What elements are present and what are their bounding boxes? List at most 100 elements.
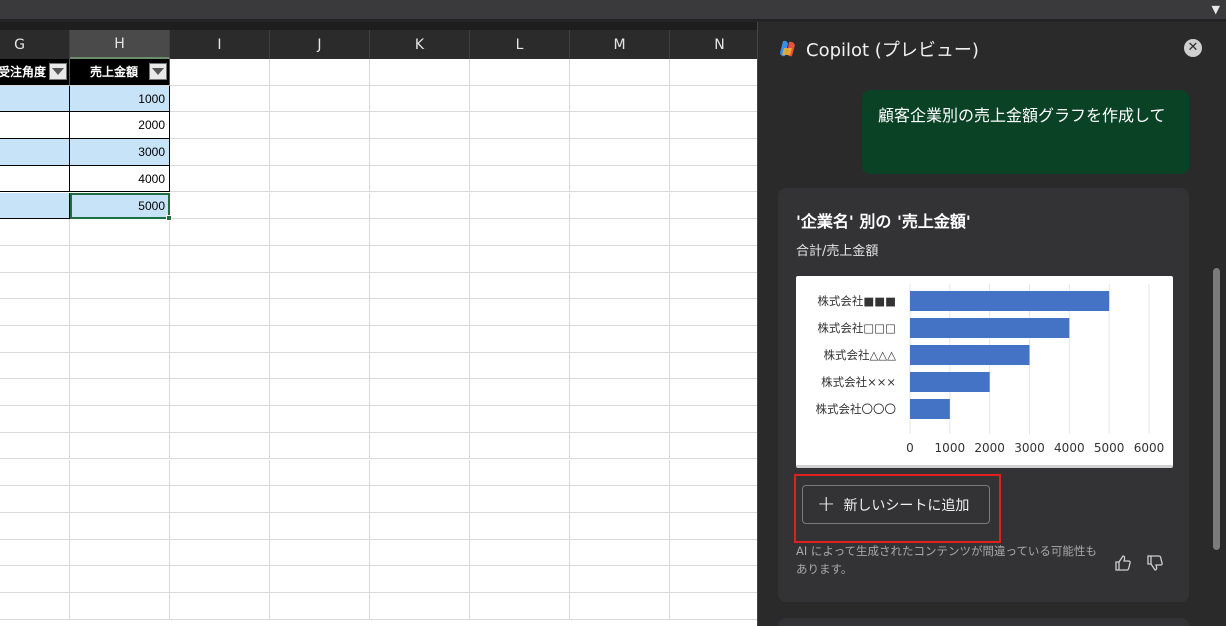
grid-cell[interactable] xyxy=(0,406,70,433)
grid-cell[interactable] xyxy=(70,272,170,300)
grid-cell[interactable] xyxy=(170,192,270,220)
grid-cell[interactable] xyxy=(670,193,757,220)
grid-cell[interactable] xyxy=(470,566,570,593)
grid-cell[interactable] xyxy=(570,459,670,487)
grid-cell[interactable] xyxy=(370,85,470,113)
grid-cell[interactable] xyxy=(270,593,370,620)
grid-cell[interactable] xyxy=(0,352,70,380)
grid-cell[interactable] xyxy=(570,112,670,140)
grid-cell[interactable] xyxy=(170,326,270,353)
grid-cell[interactable] xyxy=(70,245,170,273)
grid-cell[interactable] xyxy=(70,459,170,487)
grid-cell[interactable] xyxy=(370,139,470,166)
grid-cell[interactable] xyxy=(570,139,670,166)
grid-cell[interactable] xyxy=(270,165,370,193)
grid-cell[interactable] xyxy=(670,299,757,326)
grid-cell[interactable] xyxy=(70,219,170,246)
grid-cell[interactable] xyxy=(270,59,370,86)
grid-cell[interactable] xyxy=(670,112,757,140)
grid-cell[interactable] xyxy=(0,566,70,593)
table-cell[interactable] xyxy=(0,192,70,220)
grid-cell[interactable] xyxy=(270,512,370,540)
grid-cell[interactable] xyxy=(270,566,370,593)
grid-cell[interactable] xyxy=(470,299,570,326)
grid-cell[interactable] xyxy=(70,352,170,380)
grid-cell[interactable] xyxy=(670,406,757,433)
grid-cell[interactable] xyxy=(270,406,370,433)
column-header-l[interactable]: L xyxy=(470,30,570,59)
grid-cell[interactable] xyxy=(670,353,757,380)
grid-cell[interactable] xyxy=(470,512,570,540)
grid-cell[interactable] xyxy=(670,513,757,540)
grid-cell[interactable] xyxy=(370,299,470,326)
grid-cell[interactable] xyxy=(370,486,470,513)
grid-cell[interactable] xyxy=(370,272,470,300)
table-cell[interactable] xyxy=(0,165,70,193)
grid-cell[interactable] xyxy=(170,512,270,540)
grid-cell[interactable] xyxy=(270,486,370,513)
add-to-new-sheet-button[interactable]: + 新しいシートに追加 xyxy=(802,485,990,524)
grid-cell[interactable] xyxy=(170,139,270,166)
grid-cell[interactable] xyxy=(70,432,170,460)
grid-cell[interactable] xyxy=(270,326,370,353)
grid-cell[interactable] xyxy=(570,219,670,246)
grid-cell[interactable] xyxy=(670,326,757,353)
grid-cell[interactable] xyxy=(270,245,370,273)
grid-cell[interactable] xyxy=(670,166,757,193)
grid-cell[interactable] xyxy=(370,219,470,246)
close-icon[interactable]: ✕ xyxy=(1184,39,1202,57)
grid-cell[interactable] xyxy=(370,379,470,407)
column-header-g[interactable]: G xyxy=(0,30,70,59)
grid-cell[interactable] xyxy=(470,326,570,353)
grid-cell[interactable] xyxy=(570,326,670,353)
grid-cell[interactable] xyxy=(370,566,470,593)
thumbs-down-icon[interactable] xyxy=(1145,553,1165,573)
thumbs-up-icon[interactable] xyxy=(1113,553,1133,573)
grid-cell[interactable] xyxy=(170,299,270,326)
header-cell-h[interactable]: 売上金額 xyxy=(70,59,170,86)
grid-cell[interactable] xyxy=(470,459,570,487)
grid-cell[interactable] xyxy=(670,273,757,300)
grid-cell[interactable] xyxy=(70,379,170,407)
grid-cell[interactable] xyxy=(170,432,270,460)
grid-cell[interactable] xyxy=(170,593,270,620)
grid-cell[interactable] xyxy=(0,593,70,620)
grid-cell[interactable] xyxy=(270,459,370,487)
grid-cell[interactable] xyxy=(570,379,670,407)
grid-cell[interactable] xyxy=(270,432,370,460)
grid-cell[interactable] xyxy=(470,59,570,86)
grid-cell[interactable] xyxy=(470,192,570,220)
table-cell[interactable]: 2000 xyxy=(70,112,170,140)
grid-cell[interactable] xyxy=(170,539,270,567)
grid-cell[interactable] xyxy=(570,192,670,220)
grid-cell[interactable] xyxy=(70,566,170,593)
grid-cell[interactable] xyxy=(470,245,570,273)
grid-cell[interactable] xyxy=(170,459,270,487)
grid-cell[interactable] xyxy=(370,593,470,620)
grid-cell[interactable] xyxy=(470,165,570,193)
grid-cell[interactable] xyxy=(470,85,570,113)
grid-cell[interactable] xyxy=(670,139,757,166)
filter-dropdown-icon[interactable] xyxy=(149,63,167,81)
grid-cell[interactable] xyxy=(0,512,70,540)
table-cell[interactable] xyxy=(0,139,70,166)
grid-cell[interactable] xyxy=(270,219,370,246)
grid-cell[interactable] xyxy=(170,406,270,433)
grid-cell[interactable] xyxy=(570,512,670,540)
fill-handle[interactable] xyxy=(166,215,172,222)
grid-cell[interactable] xyxy=(0,379,70,407)
grid-cell[interactable] xyxy=(470,593,570,620)
grid-cell[interactable] xyxy=(270,379,370,407)
grid-cell[interactable] xyxy=(270,85,370,113)
grid-cell[interactable] xyxy=(370,406,470,433)
grid-cell[interactable] xyxy=(470,112,570,140)
header-cell-g[interactable]: 受注角度 xyxy=(0,59,70,86)
table-cell[interactable]: 3000 xyxy=(70,139,170,166)
column-header-k[interactable]: K xyxy=(370,30,470,59)
table-cell[interactable] xyxy=(0,85,70,113)
grid-cell[interactable] xyxy=(570,539,670,567)
grid-cell[interactable] xyxy=(570,272,670,300)
grid-cell[interactable] xyxy=(170,352,270,380)
grid-cell[interactable] xyxy=(670,219,757,246)
grid-cell[interactable] xyxy=(570,59,670,86)
